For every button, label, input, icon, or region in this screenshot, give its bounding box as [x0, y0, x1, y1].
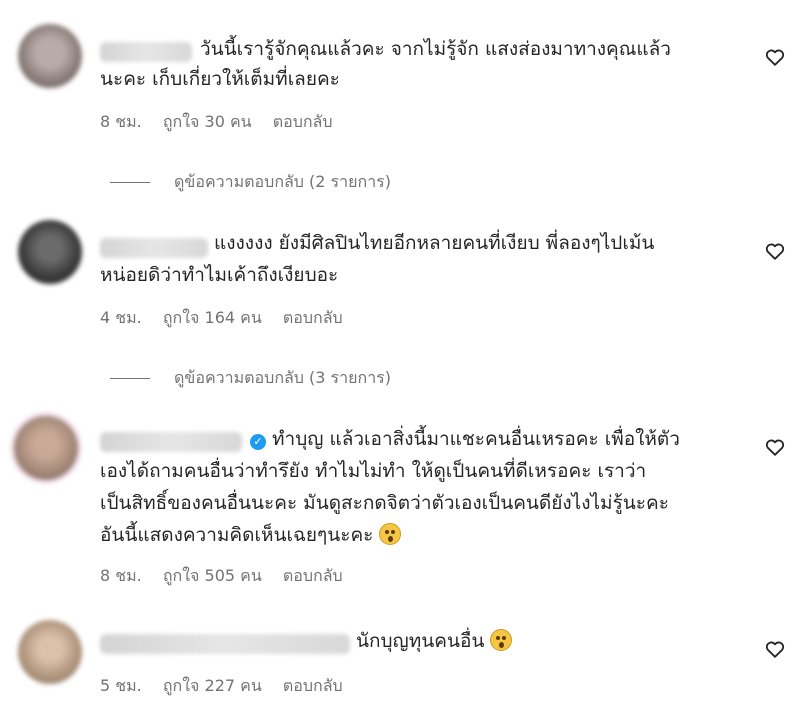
comment-likes[interactable]: ถูกใจ 227 คน: [163, 676, 262, 695]
view-replies-label: ดูข้อความตอบกลับ (3 รายการ): [174, 368, 392, 387]
username-blurred[interactable]: [100, 238, 208, 258]
flushed-face-emoji: [490, 629, 513, 651]
comment-likes[interactable]: ถูกใจ 164 คน: [163, 308, 262, 327]
astonished-face-emoji: [379, 523, 402, 545]
view-replies-button[interactable]: ดูข้อความตอบกลับ (3 รายการ): [110, 366, 391, 391]
comment-text-line: ทำบุญ แล้วเอาสิ่งนี้มาแชะคนอื่นเหรอคะ เพ…: [272, 428, 680, 450]
comment-likes[interactable]: ถูกใจ 505 คน: [163, 566, 262, 585]
comment-text-line: นะคะ เก็บเกี่ยวให้เต็มที่เลยคะ: [100, 68, 340, 90]
view-replies-label: ดูข้อความตอบกลับ (2 รายการ): [174, 172, 392, 191]
reply-button[interactable]: ตอบกลับ: [273, 112, 333, 131]
replies-divider: [110, 182, 150, 183]
comment-text: นักบุญทุนคนอื่น: [356, 630, 485, 652]
avatar[interactable]: [18, 24, 82, 88]
comment-meta: 8 ชม. ถูกใจ 30 คน ตอบกลับ: [100, 110, 349, 135]
reply-button[interactable]: ตอบกลับ: [283, 566, 343, 585]
comment-text-line: แงงงงง ยังมีศิลปินไทยอีกหลายคนที่เงียบ พ…: [214, 232, 655, 254]
comment-time: 8 ชม.: [100, 112, 142, 131]
verified-badge-icon: ✓: [250, 434, 266, 450]
avatar[interactable]: [18, 620, 82, 684]
heart-outline-icon[interactable]: [764, 638, 786, 660]
reply-button[interactable]: ตอบกลับ: [283, 676, 343, 695]
comment-text-line: วันนี้เรารู้จักคุณแล้วคะ จากไม่รู้จัก แส…: [200, 38, 671, 60]
avatar[interactable]: [18, 220, 82, 284]
replies-divider: [110, 378, 150, 379]
comment-meta: 8 ชม. ถูกใจ 505 คน ตอบกลับ: [100, 564, 359, 589]
comment-text-last: อันนี้แสดงความคิดเห็นเฉยๆนะคะ: [100, 524, 374, 546]
comment-time: 4 ชม.: [100, 308, 142, 327]
username-blurred[interactable]: [100, 634, 350, 654]
comment-meta: 4 ชม. ถูกใจ 164 คน ตอบกลับ: [100, 306, 359, 331]
comment-text-line: เองได้ถามคนอื่นว่าทำรึยัง ทำไมไม่ทำ ให้ด…: [100, 460, 647, 482]
comment-time: 8 ชม.: [100, 566, 142, 585]
heart-outline-icon[interactable]: [764, 240, 786, 262]
comment-time: 5 ชม.: [100, 676, 142, 695]
comment-text-line: อันนี้แสดงความคิดเห็นเฉยๆนะคะ: [100, 520, 402, 550]
heart-outline-icon[interactable]: [764, 46, 786, 68]
comment-text-line: หน่อยดิว่าทำไมเค้าถึงเงียบอะ: [100, 264, 339, 286]
comment-text-line: นักบุญทุนคนอื่น: [356, 626, 513, 656]
username-blurred[interactable]: [100, 432, 242, 452]
avatar[interactable]: [14, 416, 78, 480]
comment-text-line: เป็นสิทธิ์ของคนอื่นนะคะ มันดูสะกดจิตว่าต…: [100, 492, 669, 514]
username-blurred[interactable]: [100, 42, 192, 62]
heart-outline-icon[interactable]: [764, 436, 786, 458]
reply-button[interactable]: ตอบกลับ: [283, 308, 343, 327]
comment-likes[interactable]: ถูกใจ 30 คน: [163, 112, 252, 131]
comment-meta: 5 ชม. ถูกใจ 227 คน ตอบกลับ: [100, 674, 359, 699]
view-replies-button[interactable]: ดูข้อความตอบกลับ (2 รายการ): [110, 170, 391, 195]
